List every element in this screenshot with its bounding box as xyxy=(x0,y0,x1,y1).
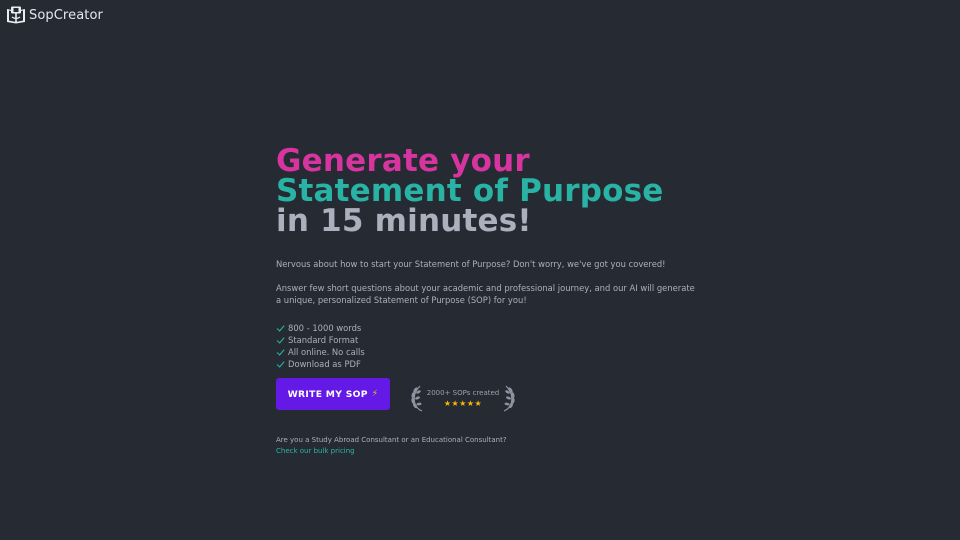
brand-logo-link[interactable]: SopCreator xyxy=(6,6,103,24)
consultant-question: Are you a Study Abroad Consultant or an … xyxy=(276,436,507,444)
lightning-icon: ⚡ xyxy=(371,389,379,399)
description-paragraph: Answer few short questions about your ac… xyxy=(276,283,695,305)
feature-label: Download as PDF xyxy=(288,359,361,369)
sops-created-count: 2000+ SOPs created xyxy=(426,389,500,397)
feature-list: 800 - 1000 words Standard Format All onl… xyxy=(276,322,365,370)
check-icon xyxy=(276,348,285,356)
hero-headline: Generate your Statement of Purpose in 15… xyxy=(276,143,696,239)
book-logo-icon xyxy=(7,6,25,24)
check-icon xyxy=(276,336,285,344)
headline-line-sop: Statement of Purpose xyxy=(276,173,664,209)
headline-line-time: in 15 minutes! xyxy=(276,203,532,239)
star-rating: ★★★★★ xyxy=(443,399,483,408)
brand-name: SopCreator xyxy=(29,7,103,23)
feature-label: All online. No calls xyxy=(288,347,365,357)
write-my-sop-button[interactable]: WRITE MY SOP ⚡ xyxy=(276,378,390,410)
headline-line-generate: Generate your xyxy=(276,143,530,179)
bulk-pricing-link[interactable]: Check our bulk pricing xyxy=(276,446,355,457)
feature-item: 800 - 1000 words xyxy=(276,322,365,334)
hero-section: Generate your Statement of Purpose in 15… xyxy=(276,143,696,455)
check-icon xyxy=(276,360,285,368)
intro-paragraph: Nervous about how to start your Statemen… xyxy=(276,259,666,269)
feature-label: Standard Format xyxy=(288,335,359,345)
social-proof-badge: 2000+ SOPs created ★★★★★ xyxy=(410,384,516,412)
feature-item: All online. No calls xyxy=(276,346,365,358)
feature-label: 800 - 1000 words xyxy=(288,323,362,333)
feature-item: Standard Format xyxy=(276,334,365,346)
check-icon xyxy=(276,324,285,332)
feature-item: Download as PDF xyxy=(276,358,365,370)
cta-label: WRITE MY SOP xyxy=(287,388,368,400)
